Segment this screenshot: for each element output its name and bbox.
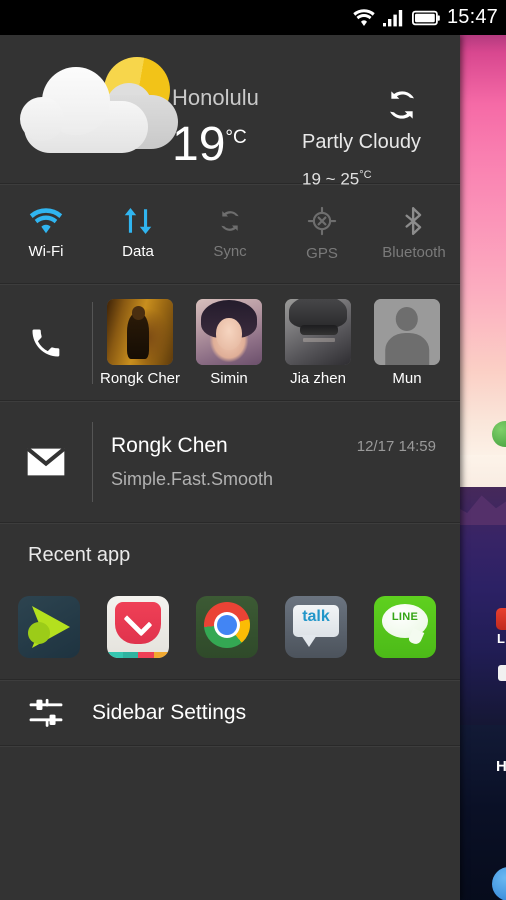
contact-name: Simin [210, 369, 248, 387]
toggle-sync-label: Sync [213, 243, 247, 260]
chrome-glyph [204, 602, 250, 648]
avatar [107, 298, 173, 365]
wallpaper-white-app-icon[interactable] [498, 665, 506, 681]
wallpaper-red-app-icon[interactable] [496, 608, 506, 630]
status-bar-clock: 15:47 [446, 6, 498, 28]
phone-glyph [32, 329, 60, 356]
default-person-avatar-icon [374, 298, 440, 365]
temperature-value: 19 [172, 118, 226, 171]
cellular-signal-icon [382, 9, 403, 26]
contact-item[interactable]: Jia zhen [278, 298, 358, 387]
partly-cloudy-icon [18, 49, 178, 169]
phone-screen: L H Honolulu 19°C Partly Cloudy 19 ~ 25°… [0, 0, 506, 900]
tune-sliders-icon [0, 698, 92, 728]
envelope-icon [0, 447, 92, 477]
status-bar-right-group: 15:47 [352, 0, 498, 35]
panel-empty-area [0, 747, 460, 872]
range-unit: °C [359, 169, 372, 181]
cloud-front-puff-small [20, 97, 64, 141]
weather-condition: Partly Cloudy [302, 131, 421, 153]
message-body: Rongk Chen Simple.Fast.Smooth 12/17 14:5… [92, 434, 460, 490]
pocket-glyph [115, 602, 161, 644]
message-preview: Simple.Fast.Smooth [111, 469, 274, 489]
status-bar: 15:47 [0, 0, 506, 35]
wallpaper-label-h: H [496, 758, 506, 775]
recent-apps-section: Recent app talk LINE [0, 524, 460, 679]
chrome-app-icon[interactable] [196, 596, 258, 658]
contact-item[interactable]: Mun [367, 298, 447, 387]
wifi-icon [353, 8, 375, 26]
recent-apps-list: talk LINE [18, 596, 436, 658]
strip-red [138, 652, 154, 658]
message-timestamp: 12/17 14:59 [356, 438, 436, 455]
toggle-gps[interactable]: GPS [276, 206, 368, 262]
contact-item[interactable]: Rongk Cher [99, 298, 181, 387]
toggle-data[interactable]: Data [92, 208, 184, 260]
strip-green [122, 652, 138, 658]
phone-icon[interactable] [0, 325, 92, 361]
data-transfer-icon [124, 208, 152, 234]
tune-glyph [29, 698, 63, 727]
contacts-divider [92, 302, 93, 384]
contact-name: Rongk Cher [99, 369, 181, 387]
temperature-unit: °C [225, 127, 247, 148]
toggle-sync[interactable]: Sync [184, 208, 276, 260]
toggle-bluetooth[interactable]: Bluetooth [368, 207, 460, 261]
range-low: 19 [302, 169, 321, 189]
refresh-glyph [390, 91, 414, 119]
weather-range: 19 ~ 25°C [302, 169, 372, 190]
toggle-gps-label: GPS [306, 245, 338, 262]
message-row[interactable]: Rongk Chen Simple.Fast.Smooth 12/17 14:5… [0, 402, 460, 522]
avatar [196, 298, 262, 365]
favorite-contacts-row: Rongk Cher Simin Jia zhen Mun [0, 285, 460, 400]
contact-name: Jia zhen [290, 369, 346, 387]
avatar-photo [107, 298, 173, 365]
wifi-icon [29, 208, 63, 234]
strip-orange [153, 652, 169, 658]
avatar-photo [285, 298, 351, 365]
sidebar-settings-row[interactable]: Sidebar Settings [0, 681, 460, 745]
wallpaper-label-l: L [497, 631, 505, 646]
avatar [374, 298, 440, 365]
line-app-icon[interactable]: LINE [374, 596, 436, 658]
envelope-glyph [26, 447, 66, 476]
contact-item[interactable]: Simin [189, 298, 269, 387]
line-app-label: LINE [391, 611, 419, 623]
strip-teal [107, 652, 123, 658]
quick-toggles-row: Wi-Fi Data Sync GPS Bluetooth [0, 185, 460, 283]
sync-icon [221, 211, 239, 231]
weather-temperature: 19°C [172, 121, 247, 169]
avatar-photo [196, 298, 262, 365]
bluetooth-icon [405, 207, 422, 235]
toggle-wifi[interactable]: Wi-Fi [0, 208, 92, 260]
range-high: 25 [340, 169, 360, 189]
recent-apps-title: Recent app [28, 544, 131, 566]
refresh-icon[interactable] [384, 87, 420, 123]
range-separator: ~ [325, 169, 336, 189]
contact-name: Mun [392, 369, 422, 387]
toggle-bluetooth-label: Bluetooth [382, 244, 446, 261]
media-player-app-icon[interactable] [18, 596, 80, 658]
battery-icon [411, 10, 440, 25]
sidebar-settings-label: Sidebar Settings [92, 701, 247, 724]
avatar [285, 298, 351, 365]
toggle-data-label: Data [122, 243, 154, 260]
pocket-color-strip [107, 652, 169, 658]
google-talk-app-icon[interactable]: talk [285, 596, 347, 658]
toggle-wifi-label: Wi-Fi [28, 243, 64, 260]
contacts-list: Rongk Cher Simin Jia zhen Mun [92, 298, 447, 387]
talk-app-label: talk [302, 608, 330, 625]
weather-city: Honolulu [172, 85, 259, 110]
sidebar-panel: Honolulu 19°C Partly Cloudy 19 ~ 25°C Wi… [0, 35, 460, 900]
weather-widget[interactable]: Honolulu 19°C Partly Cloudy 19 ~ 25°C [0, 35, 460, 189]
gps-off-icon [307, 206, 337, 236]
pocket-app-icon[interactable] [107, 596, 169, 658]
